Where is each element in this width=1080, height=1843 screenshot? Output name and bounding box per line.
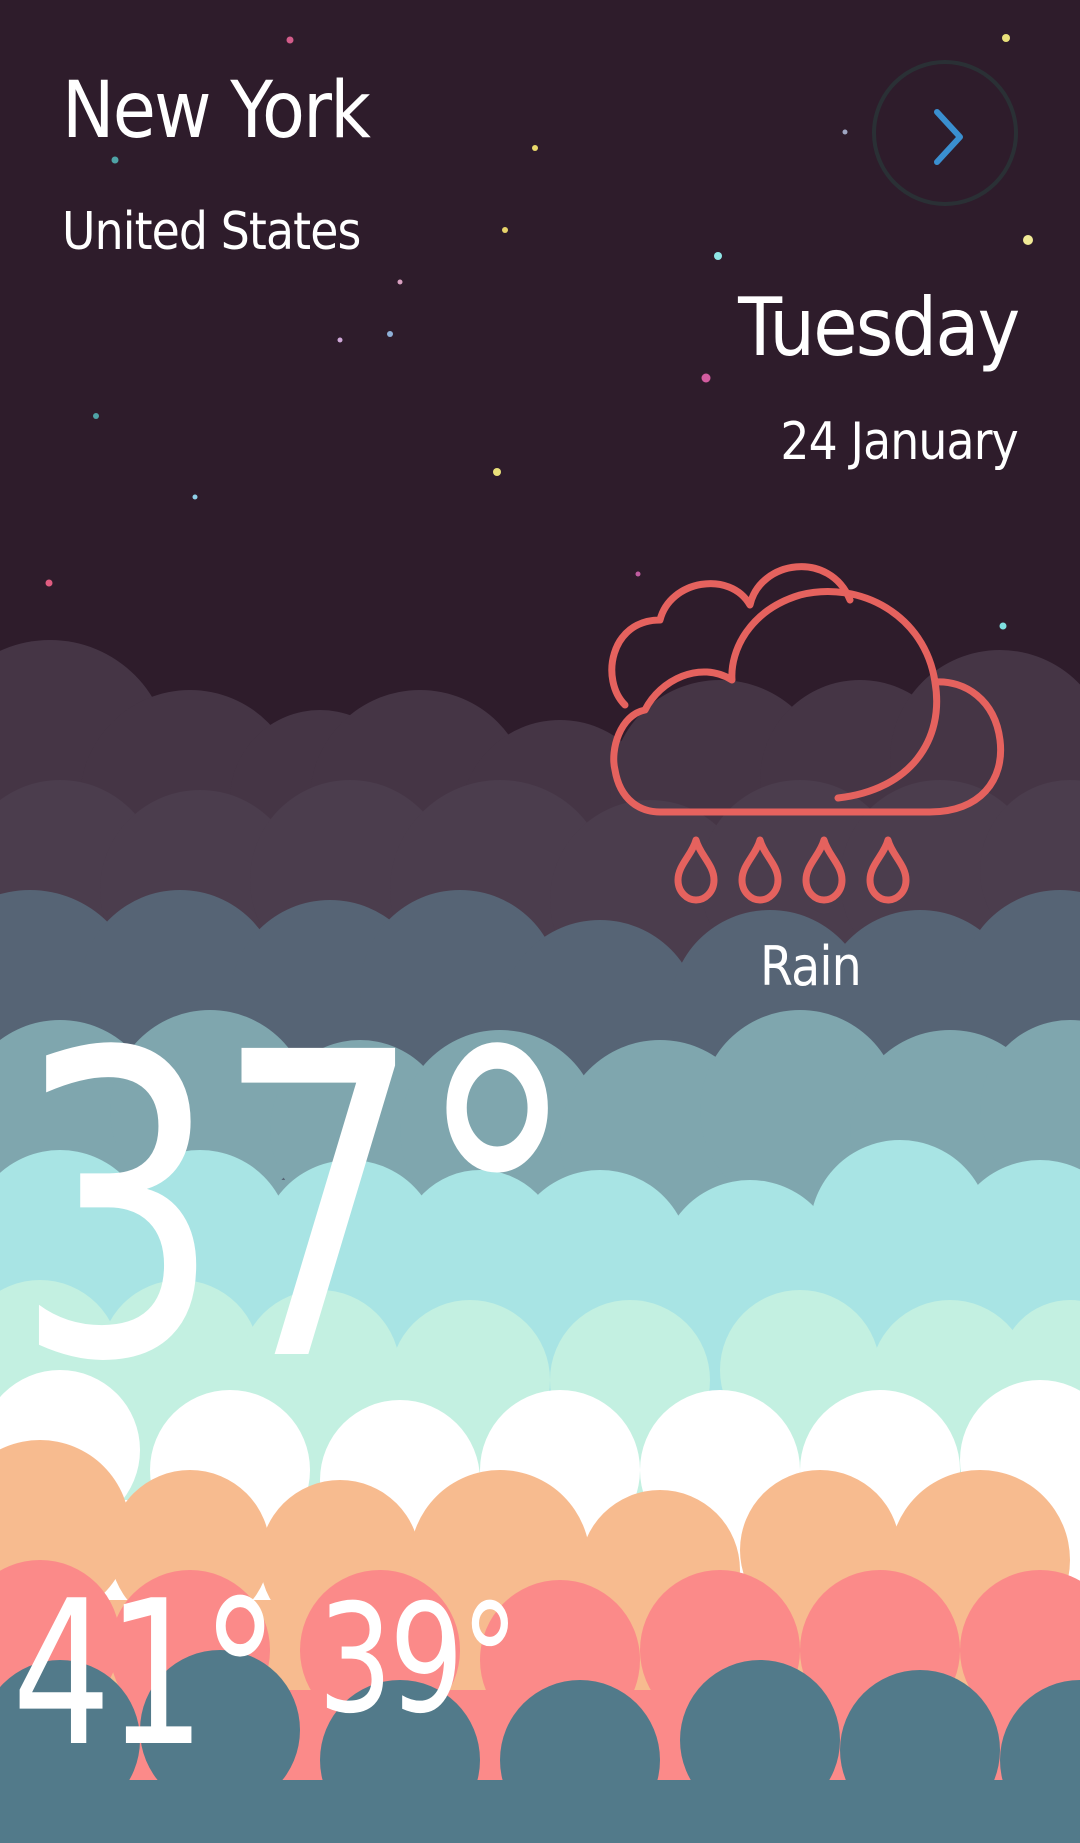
low-temperature: 39° xyxy=(318,1573,519,1747)
city-name: New York xyxy=(62,66,371,156)
current-temperature: 37° xyxy=(14,965,579,1454)
condition-label: Rain xyxy=(760,935,862,998)
cloud-rain-icon xyxy=(608,563,1005,904)
country-name: United States xyxy=(62,202,361,262)
date-text: 24 January xyxy=(780,412,1019,472)
next-location-button[interactable] xyxy=(872,60,1018,206)
weather-screen: New York United States Tuesday 24 Januar… xyxy=(0,0,1080,1843)
chevron-right-icon xyxy=(934,109,963,165)
high-temperature: 41° xyxy=(12,1558,279,1791)
day-name: Tuesday xyxy=(737,281,1020,374)
